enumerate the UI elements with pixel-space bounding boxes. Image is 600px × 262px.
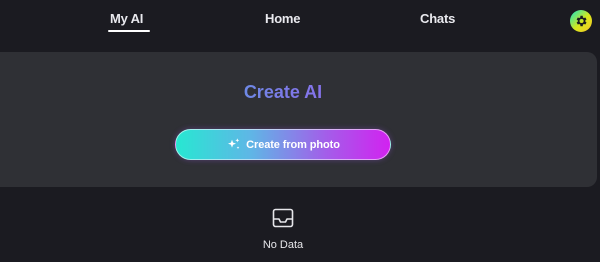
tab-home[interactable]: Home: [265, 11, 301, 26]
app-root: My AI Home Chats Create AI Create from p…: [0, 0, 600, 262]
empty-state-text: No Data: [262, 239, 304, 251]
top-nav: My AI Home Chats: [0, 0, 600, 44]
create-from-photo-button[interactable]: Create from photo: [175, 129, 391, 160]
active-tab-indicator: [108, 30, 150, 32]
tab-my-ai[interactable]: My AI: [110, 11, 143, 26]
settings-button[interactable]: [570, 10, 592, 32]
inbox-icon: [272, 208, 294, 228]
create-ai-title: Create AI: [0, 82, 566, 103]
sparkle-icon: [226, 137, 242, 153]
gear-icon: [576, 15, 587, 27]
tab-chats[interactable]: Chats: [420, 11, 455, 26]
create-ai-panel: Create AI Create from photo: [0, 52, 597, 187]
create-from-photo-label: Create from photo: [246, 138, 340, 151]
